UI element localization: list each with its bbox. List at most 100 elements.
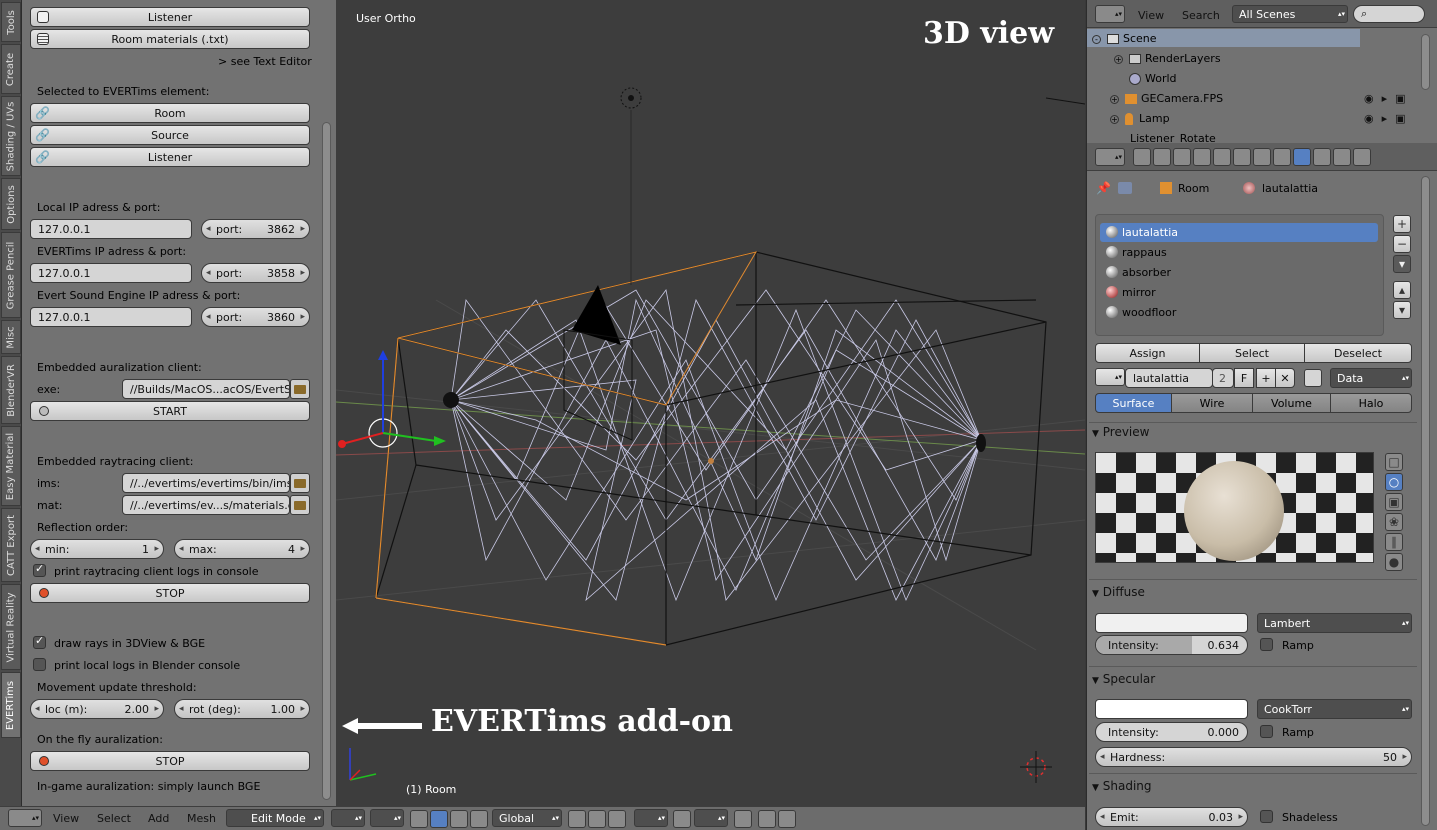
outliner-scrollbar[interactable] (1421, 34, 1430, 90)
menu-add[interactable]: Add (148, 812, 169, 825)
outliner-item-renderlayers[interactable]: + RenderLayers (1114, 52, 1221, 65)
preview-sky-icon[interactable]: ● (1385, 553, 1403, 571)
outliner-item-world[interactable]: World (1129, 72, 1177, 85)
outliner-item-lamp[interactable]: + Lamp (1110, 112, 1170, 125)
pivot-dropdown[interactable] (370, 809, 404, 827)
orientation-dropdown[interactable]: Global (492, 809, 562, 827)
diffuse-intensity-slider[interactable]: Intensity: 0.634 (1095, 635, 1248, 655)
diffuse-ramp-checkbox[interactable] (1260, 638, 1273, 651)
tab-grease-pencil[interactable]: Grease Pencil (1, 232, 21, 318)
mode-dropdown[interactable]: Edit Mode (226, 809, 324, 827)
constraints-tab-icon[interactable] (1233, 148, 1251, 166)
engine-ip-field[interactable]: 127.0.0.1 (30, 307, 192, 327)
properties-scrollbar[interactable] (1421, 176, 1430, 826)
assign-button[interactable]: Assign (1095, 343, 1200, 363)
tab-volume[interactable]: Volume (1252, 393, 1331, 413)
reflection-min-field[interactable]: min:1 (30, 539, 164, 559)
folder-icon[interactable] (290, 473, 310, 493)
stop-auralization-button[interactable]: STOP (30, 751, 310, 771)
vertex-select-icon[interactable] (568, 810, 586, 828)
data-tab-icon[interactable] (1273, 148, 1291, 166)
translate-manipulator-icon[interactable] (430, 810, 448, 828)
exe-path-field[interactable]: //Builds/MacOS...acOS/EvertSE (122, 379, 290, 399)
room-materials-button[interactable]: Room materials (.txt) (30, 29, 310, 49)
copy-icon[interactable] (734, 810, 752, 828)
diffuse-panel-header[interactable]: ▼ Diffuse (1092, 585, 1145, 599)
render-layers-tab-icon[interactable] (1153, 148, 1171, 166)
shadeless-checkbox[interactable] (1260, 810, 1273, 823)
local-port-field[interactable]: port:3862 (201, 219, 310, 239)
tab-evertims[interactable]: EVERTims (1, 672, 21, 738)
modifiers-tab-icon[interactable] (1253, 148, 1271, 166)
deselect-button[interactable]: Deselect (1304, 343, 1412, 363)
tab-wire[interactable]: Wire (1171, 393, 1253, 413)
ims-path-field[interactable]: //../evertims/evertims/bin/ims (122, 473, 290, 493)
preview-cube-icon[interactable]: ▣ (1385, 493, 1403, 511)
outliner-menu-view[interactable]: View (1138, 9, 1164, 22)
material-slot-lautalattia[interactable]: lautalattia (1100, 223, 1378, 242)
tab-options[interactable]: Options (1, 178, 21, 230)
preview-sphere-icon[interactable]: ○ (1385, 473, 1403, 491)
browse-material-dropdown[interactable] (1095, 368, 1125, 386)
snap-toggle-icon[interactable] (673, 810, 691, 828)
outliner-item-gecamera[interactable]: + GECamera.FPS (1110, 92, 1223, 105)
editor-type-dropdown[interactable] (1095, 148, 1125, 166)
new-material-button[interactable]: + (1256, 368, 1276, 388)
rot-threshold-field[interactable]: rot (deg):1.00 (174, 699, 310, 719)
folder-icon[interactable] (290, 379, 310, 399)
tab-catt-export[interactable]: CATT Export (1, 508, 21, 582)
mat-path-field[interactable]: //../evertims/ev...s/materials.dat (122, 495, 290, 515)
preview-plane-icon[interactable]: □ (1385, 453, 1403, 471)
tab-virtual-reality[interactable]: Virtual Reality (1, 584, 21, 670)
object-tab-icon[interactable] (1213, 148, 1231, 166)
print-local-logs-checkbox[interactable] (33, 658, 46, 671)
diffuse-shader-dropdown[interactable]: Lambert (1257, 613, 1412, 633)
tab-easy-material[interactable]: Easy Material (1, 426, 21, 506)
tab-blendervr[interactable]: BlenderVR (1, 356, 21, 424)
manipulator-toggle-icon[interactable] (410, 810, 428, 828)
menu-select[interactable]: Select (97, 812, 131, 825)
render-tab-icon[interactable] (1133, 148, 1151, 166)
material-slot-woodfloor[interactable]: woodfloor (1100, 303, 1378, 322)
material-tab-icon[interactable] (1293, 148, 1311, 166)
snap-element-dropdown[interactable] (694, 809, 728, 827)
evertims-ip-field[interactable]: 127.0.0.1 (30, 263, 192, 283)
select-button[interactable]: Select (1199, 343, 1305, 363)
tab-tools[interactable]: Tools (1, 2, 21, 42)
3d-viewport[interactable]: User Ortho (1) Room 3D view EVERTims add… (336, 0, 1085, 806)
move-slot-down-button[interactable]: ▾ (1393, 301, 1411, 319)
face-select-icon[interactable] (608, 810, 626, 828)
draw-rays-checkbox[interactable] (33, 634, 46, 649)
scrollbar-thumb[interactable] (322, 122, 331, 800)
shading-panel-header[interactable]: ▼ Shading (1092, 779, 1152, 793)
texture-tab-icon[interactable] (1313, 148, 1331, 166)
evertims-port-field[interactable]: port:3858 (201, 263, 310, 283)
set-source-button[interactable]: 🔗 Source (30, 125, 310, 145)
folder-icon[interactable] (290, 495, 310, 515)
move-slot-up-button[interactable]: ▴ (1393, 281, 1411, 299)
stop-raytracing-button[interactable]: STOP (30, 583, 310, 603)
visibility-icons[interactable]: ◉▸▣ (1364, 112, 1414, 125)
specular-color-swatch[interactable] (1095, 699, 1248, 719)
remove-slot-button[interactable]: − (1393, 235, 1411, 253)
menu-view[interactable]: View (53, 812, 79, 825)
world-tab-icon[interactable] (1193, 148, 1211, 166)
particles-tab-icon[interactable] (1333, 148, 1351, 166)
add-slot-button[interactable]: + (1393, 215, 1411, 233)
menu-mesh[interactable]: Mesh (187, 812, 216, 825)
fake-user-button[interactable]: F (1234, 368, 1254, 388)
proportional-edit-dropdown[interactable] (634, 809, 668, 827)
rotate-manipulator-icon[interactable] (450, 810, 468, 828)
editor-type-dropdown[interactable] (1095, 5, 1125, 23)
specular-panel-header[interactable]: ▼ Specular (1092, 672, 1155, 686)
listener-button[interactable]: Listener (30, 7, 310, 27)
physics-tab-icon[interactable] (1353, 148, 1371, 166)
visibility-icons[interactable]: ◉▸▣ (1364, 92, 1414, 105)
specular-shader-dropdown[interactable]: CookTorr (1257, 699, 1412, 719)
specular-ramp-checkbox[interactable] (1260, 725, 1273, 738)
tool-panel-scrollbar[interactable] (318, 0, 336, 806)
edge-select-icon[interactable] (588, 810, 606, 828)
preview-panel-header[interactable]: ▼ Preview (1092, 425, 1149, 439)
print-raytracing-logs-checkbox[interactable] (33, 562, 46, 577)
tab-create[interactable]: Create (1, 44, 21, 94)
